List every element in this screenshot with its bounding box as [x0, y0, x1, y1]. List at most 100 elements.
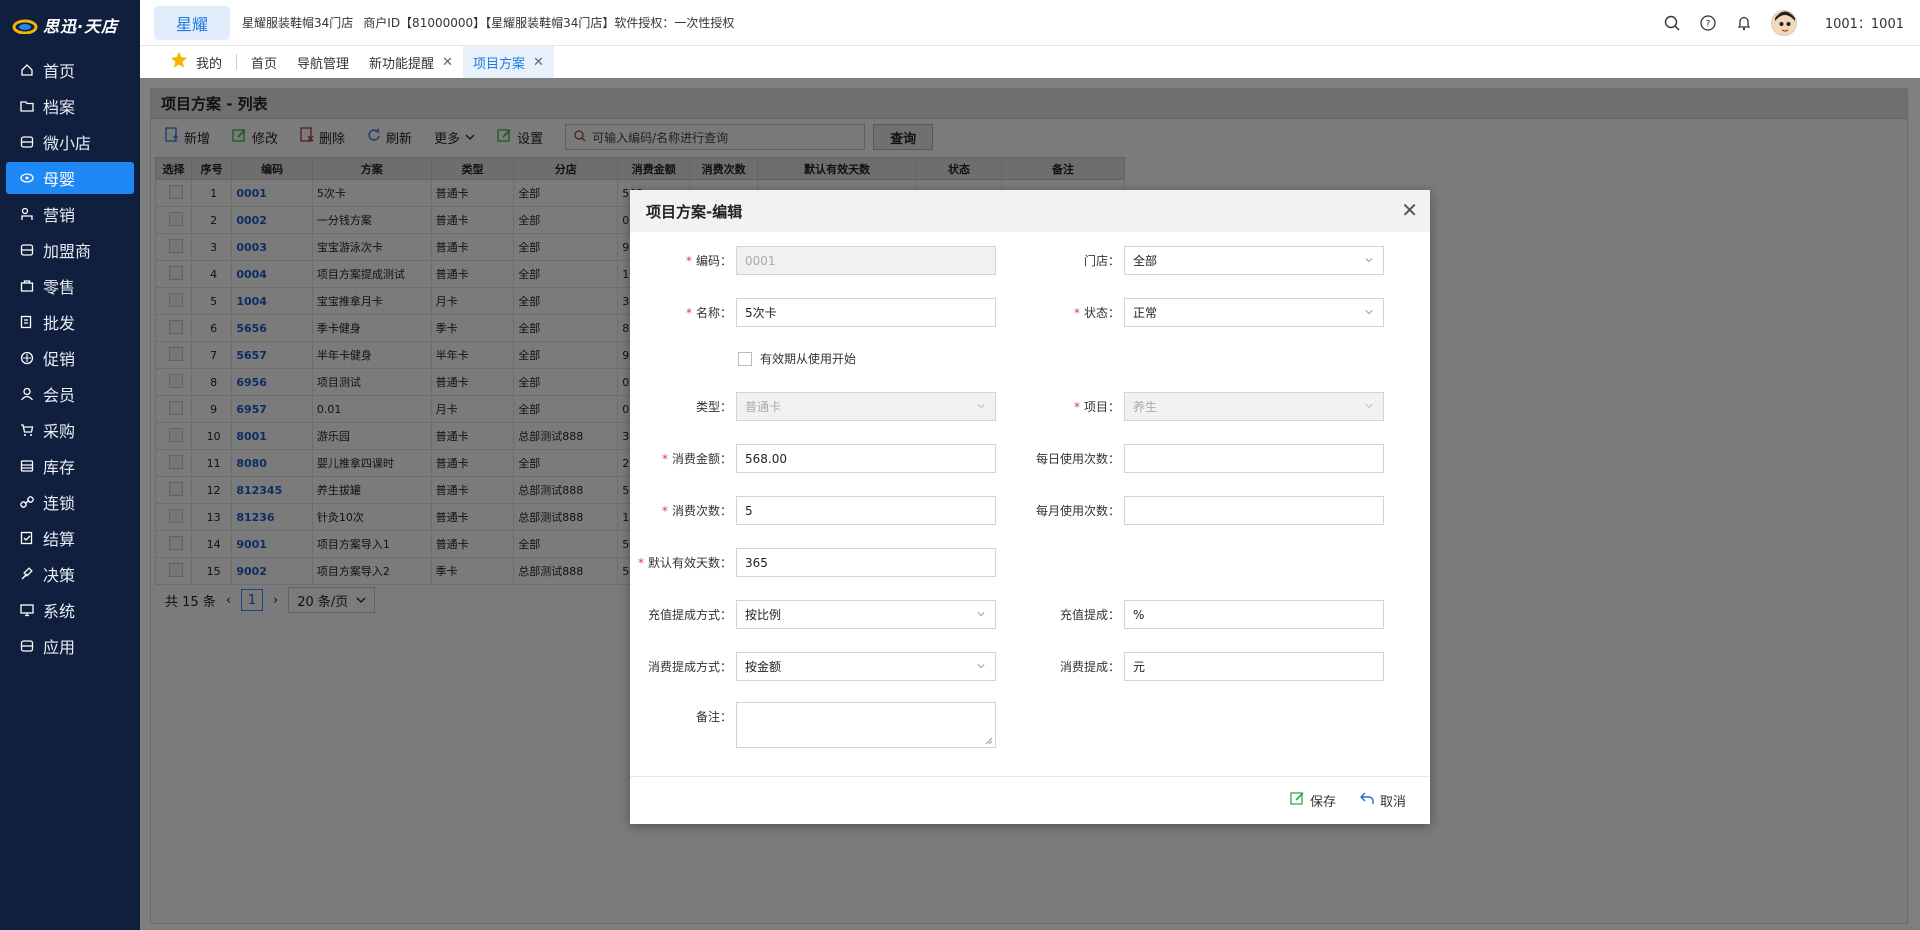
- row-checkbox[interactable]: [168, 400, 183, 415]
- column-header[interactable]: 默认有效天数: [757, 157, 918, 180]
- row-checkbox[interactable]: [168, 265, 183, 280]
- settings-button[interactable]: 设置: [497, 128, 543, 147]
- row-checkbox[interactable]: [168, 373, 183, 388]
- sidebar-item[interactable]: 系统: [6, 594, 134, 626]
- row-checkbox[interactable]: [168, 346, 183, 361]
- next-page-icon[interactable]: ›: [273, 593, 278, 608]
- close-icon[interactable]: ✕: [442, 55, 453, 70]
- row-select-cell[interactable]: [154, 233, 193, 261]
- sidebar-item[interactable]: 采购: [6, 414, 134, 446]
- sidebar-item[interactable]: 首页: [6, 54, 134, 86]
- sidebar-item[interactable]: 加盟商: [6, 234, 134, 266]
- brand-button[interactable]: 星耀: [154, 5, 230, 40]
- remark-textarea[interactable]: [736, 702, 996, 748]
- column-header[interactable]: 消费次数: [689, 157, 759, 180]
- column-header[interactable]: 方案: [311, 157, 432, 180]
- store-select[interactable]: 全部: [1124, 246, 1384, 275]
- row-select-cell[interactable]: [154, 395, 193, 423]
- prev-page-icon[interactable]: ‹: [226, 593, 231, 608]
- validity-checkbox-row[interactable]: 有效期从使用开始: [738, 350, 856, 367]
- row-select-cell[interactable]: [154, 341, 193, 369]
- column-header[interactable]: 选择: [154, 157, 193, 180]
- search-icon[interactable]: [1663, 14, 1681, 32]
- days-input[interactable]: 365: [736, 548, 996, 577]
- column-header[interactable]: 分店: [513, 157, 619, 180]
- recharge-commission-input[interactable]: %: [1124, 600, 1384, 629]
- user-label[interactable]: 1001：1001: [1825, 13, 1904, 32]
- row-checkbox[interactable]: [168, 292, 183, 307]
- count-input[interactable]: 5: [736, 496, 996, 525]
- column-header[interactable]: 序号: [191, 157, 233, 180]
- recharge-mode-select[interactable]: 按比例: [736, 600, 996, 629]
- consume-mode-select[interactable]: 按金额: [736, 652, 996, 681]
- row-select-cell[interactable]: [154, 476, 193, 504]
- tab-favorites[interactable]: 我的: [160, 46, 232, 78]
- sidebar-item[interactable]: 决策: [6, 558, 134, 590]
- row-checkbox[interactable]: [168, 481, 183, 496]
- close-icon[interactable]: ✕: [533, 55, 544, 70]
- row-select-cell[interactable]: [154, 422, 193, 450]
- column-header[interactable]: 状态: [916, 157, 1002, 180]
- monthly-use-input[interactable]: [1124, 496, 1384, 525]
- row-checkbox[interactable]: [168, 454, 183, 469]
- row-checkbox[interactable]: [168, 319, 183, 334]
- row-checkbox[interactable]: [168, 535, 183, 550]
- cancel-button[interactable]: 取消: [1359, 791, 1406, 810]
- row-select-cell[interactable]: [154, 557, 193, 585]
- row-select-cell[interactable]: [154, 287, 193, 315]
- sidebar-item[interactable]: 营销: [6, 198, 134, 230]
- row-select-cell[interactable]: [154, 530, 193, 558]
- help-icon[interactable]: ?: [1699, 14, 1717, 32]
- row-checkbox[interactable]: [168, 508, 183, 523]
- column-header[interactable]: 类型: [430, 157, 515, 180]
- sidebar-item[interactable]: 母婴: [6, 162, 134, 194]
- bell-icon[interactable]: [1735, 14, 1753, 32]
- row-select-cell[interactable]: [154, 503, 193, 531]
- row-select-cell[interactable]: [154, 179, 193, 207]
- column-header[interactable]: 消费金额: [617, 157, 691, 180]
- sidebar-item[interactable]: 应用: [6, 630, 134, 662]
- page-number-current[interactable]: 1: [241, 589, 264, 611]
- tab-home[interactable]: 首页: [241, 46, 287, 78]
- sidebar-item[interactable]: 档案: [6, 90, 134, 122]
- sidebar-item[interactable]: 结算: [6, 522, 134, 554]
- row-checkbox[interactable]: [168, 211, 183, 226]
- column-header[interactable]: 备注: [1000, 157, 1126, 180]
- sidebar-item[interactable]: 连锁: [6, 486, 134, 518]
- name-input[interactable]: 5次卡: [736, 298, 996, 327]
- validity-checkbox[interactable]: [738, 351, 752, 366]
- daily-use-input[interactable]: [1124, 444, 1384, 473]
- row-checkbox[interactable]: [168, 427, 183, 442]
- add-button[interactable]: 新增: [165, 127, 210, 147]
- row-select-cell[interactable]: [154, 449, 193, 477]
- row-select-cell[interactable]: [154, 368, 193, 396]
- row-select-cell[interactable]: [154, 260, 193, 288]
- refresh-button[interactable]: 刷新: [367, 128, 412, 147]
- tab-project-plan[interactable]: 项目方案 ✕: [462, 46, 554, 78]
- resize-handle-icon[interactable]: [985, 737, 993, 745]
- tab-new-features[interactable]: 新功能提醒 ✕: [359, 46, 463, 78]
- edit-button[interactable]: 修改: [232, 128, 278, 147]
- row-checkbox[interactable]: [168, 238, 183, 253]
- sidebar-item[interactable]: 促销: [6, 342, 134, 374]
- consume-commission-input[interactable]: 元: [1124, 652, 1384, 681]
- query-button[interactable]: 查询: [873, 124, 934, 150]
- page-size-select[interactable]: 20 条/页: [288, 587, 376, 613]
- row-select-cell[interactable]: [154, 314, 193, 342]
- sidebar-item[interactable]: 零售: [6, 270, 134, 302]
- row-checkbox[interactable]: [168, 184, 183, 199]
- sidebar-item[interactable]: 微小店: [6, 126, 134, 158]
- close-icon[interactable]: ✕: [1401, 200, 1418, 220]
- row-checkbox[interactable]: [168, 562, 183, 577]
- logo[interactable]: 思迅·天店: [0, 0, 140, 50]
- search-input[interactable]: 可输入编码/名称进行查询: [565, 124, 866, 150]
- more-dropdown[interactable]: 更多: [434, 128, 475, 147]
- amount-input[interactable]: 568.00: [736, 444, 996, 473]
- save-button[interactable]: 保存: [1290, 791, 1336, 810]
- sidebar-item[interactable]: 会员: [6, 378, 134, 410]
- sidebar-item[interactable]: 库存: [6, 450, 134, 482]
- sidebar-item[interactable]: 批发: [6, 306, 134, 338]
- status-select[interactable]: 正常: [1124, 298, 1384, 327]
- column-header[interactable]: 编码: [231, 157, 313, 180]
- row-select-cell[interactable]: [154, 206, 193, 234]
